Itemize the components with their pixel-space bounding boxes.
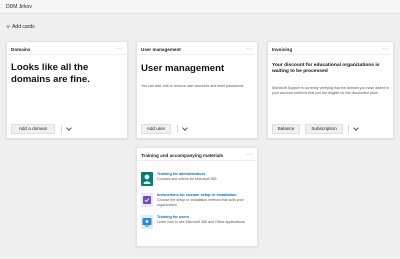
admin-training-icon xyxy=(141,172,153,186)
invoicing-card: Invoicing ··· Your discount for educatio… xyxy=(267,41,394,139)
training-item-users[interactable]: Training for users Learn how to use Micr… xyxy=(141,215,251,233)
separator xyxy=(177,125,178,133)
invoicing-card-header: Invoicing ··· xyxy=(272,45,389,53)
org-name: DDM Jirkov xyxy=(6,4,32,10)
setup-instructions-icon xyxy=(141,193,153,207)
user-management-description: You can add, edit or remove user account… xyxy=(141,84,245,88)
training-item-admins[interactable]: Training for administrators Courses and … xyxy=(141,172,251,190)
training-item-subtitle: Courses and videos for Microsoft 365 xyxy=(157,177,217,181)
training-item-subtitle: Choose the setup or installation method … xyxy=(157,198,244,207)
chevron-down-icon[interactable] xyxy=(66,125,72,131)
top-bar: DDM Jirkov xyxy=(0,0,400,14)
add-user-button[interactable]: Add user xyxy=(141,124,171,134)
more-options-icon[interactable]: ··· xyxy=(116,46,123,52)
training-item-setup[interactable]: Instructions for custom setup or install… xyxy=(141,193,251,211)
domains-card-header: Domains ··· xyxy=(11,45,123,53)
divider xyxy=(268,54,393,55)
domains-card: Domains ··· Looks like all the domains a… xyxy=(6,41,128,139)
card-title: Domains xyxy=(11,46,31,52)
user-management-headline: User management xyxy=(141,63,225,74)
divider xyxy=(137,160,257,161)
more-options-icon[interactable]: ··· xyxy=(382,46,389,52)
balance-button[interactable]: Balance xyxy=(272,124,300,134)
training-item-subtitle: Learn how to use Microsoft 365 and Offic… xyxy=(157,220,246,224)
add-cards-label: Add cards xyxy=(12,24,35,30)
card-title: User management xyxy=(141,46,181,52)
training-card: Training and accompanying materials ··· … xyxy=(136,147,258,247)
chevron-down-icon[interactable] xyxy=(353,125,359,131)
user-management-card: User management ··· User management You … xyxy=(136,41,258,139)
divider xyxy=(137,54,257,55)
user-training-icon xyxy=(141,215,153,229)
separator xyxy=(61,125,62,133)
subscription-button[interactable]: Subscription xyxy=(305,124,343,134)
divider xyxy=(7,54,127,55)
invoicing-headline: Your discount for educational organizati… xyxy=(272,63,380,75)
plus-icon: + xyxy=(6,23,11,31)
domains-headline: Looks like all the domains are fine. xyxy=(11,62,90,85)
more-options-icon[interactable]: ··· xyxy=(246,152,253,158)
invoicing-description: Microsoft Support is currently verifying… xyxy=(272,86,390,95)
more-options-icon[interactable]: ··· xyxy=(246,46,253,52)
user-management-card-header: User management ··· xyxy=(141,45,253,53)
training-card-header: Training and accompanying materials ··· xyxy=(141,151,253,159)
chevron-down-icon[interactable] xyxy=(182,125,188,131)
card-title: Invoicing xyxy=(272,46,293,52)
add-domain-button[interactable]: Add a domain xyxy=(11,124,55,134)
card-title: Training and accompanying materials xyxy=(141,152,224,158)
separator xyxy=(348,125,349,133)
add-cards-button[interactable]: + Add cards xyxy=(6,22,35,32)
